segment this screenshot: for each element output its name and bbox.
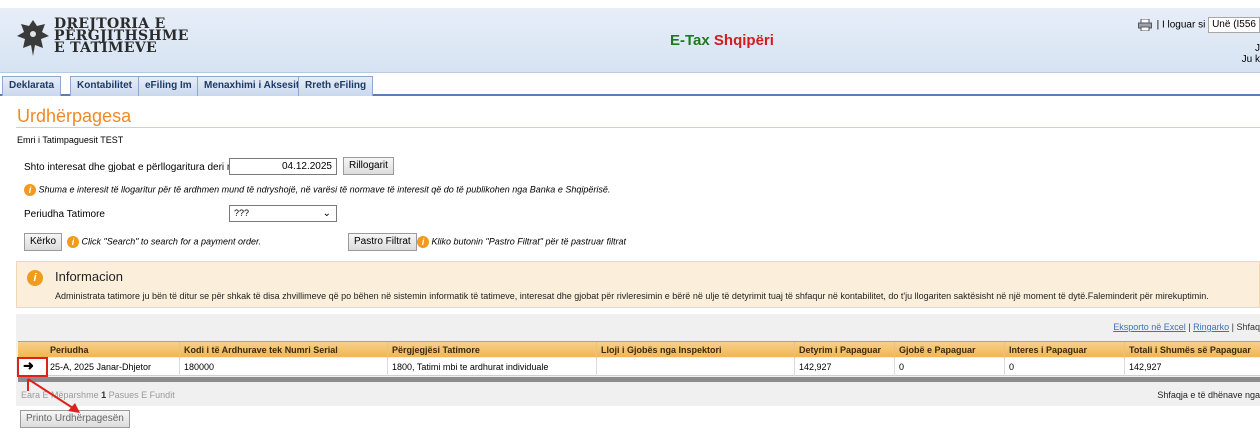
interest-date-input[interactable]: [229, 158, 337, 175]
header-info-line-2: Ju k: [1241, 54, 1260, 65]
search-hint: i Click "Search" to search for a payment…: [67, 236, 261, 248]
period-select[interactable]: ??? ⌄: [229, 205, 337, 222]
tab-deklarata[interactable]: Deklarata: [2, 76, 62, 96]
tab-menaxhimi-aksesit[interactable]: Menaxhimi i Aksesit: [197, 76, 307, 96]
column-header-gjobe[interactable]: Gjobë e Papaguar: [894, 342, 1004, 358]
recalculate-button[interactable]: Rillogarit: [343, 157, 394, 175]
taxpayer-name: Emri i Tatimpaguesit TEST: [17, 135, 124, 145]
page-title: Urdhërpagesa: [17, 106, 132, 126]
clear-hint: i Kliko butonin "Pastro Filtrat" për të …: [417, 236, 626, 248]
header-user-area: | I loguar si Unë (I556: [1137, 17, 1260, 33]
logged-as-label: | I loguar si: [1156, 19, 1206, 31]
tab-rreth-efiling[interactable]: Rreth eFiling: [298, 76, 374, 96]
tab-efiling-im[interactable]: eFiling Im: [138, 76, 199, 96]
cell-detyrim: 142,927: [794, 358, 894, 376]
search-button[interactable]: Kërko: [24, 233, 63, 251]
search-hint-text: Click "Search" to search for a payment o…: [81, 236, 262, 247]
table-header: Periudha Kodi i të Ardhurave tek Numri S…: [18, 341, 1260, 358]
pager-last[interactable]: E Fundit: [141, 390, 175, 400]
info-icon: i: [27, 270, 43, 286]
info-icon: i: [24, 184, 36, 196]
site-header: DREJTORIA E PËRGJITHSHME E TATIMEVE E-Ta…: [0, 8, 1260, 73]
cell-interes: 0: [1004, 358, 1124, 376]
pager-current: 1: [101, 390, 107, 400]
tab-kontabilitet[interactable]: Kontabilitet: [70, 76, 139, 96]
header-user-info: J Ju k: [1242, 43, 1260, 65]
pager-next[interactable]: Pasues: [109, 390, 139, 400]
header-info-line-1: J: [1255, 43, 1260, 54]
records-info: Shfaqja e të dhënave nga: [1157, 390, 1260, 400]
annotation-arrow-icon: [27, 378, 80, 413]
cell-periudha: 25-A, 2025 Janar-Dhjetor: [50, 362, 152, 372]
horizontal-scrollbar[interactable]: [18, 377, 1260, 382]
interest-date-label: Shto interesat dhe gjobat e përllogaritu…: [24, 162, 244, 173]
refresh-link[interactable]: Ringarko: [1193, 322, 1229, 332]
info-icon: i: [67, 236, 79, 248]
user-select[interactable]: Unë (I556: [1208, 17, 1260, 33]
cell-kodi: 180000: [179, 358, 387, 376]
information-box: i Informacion Administrata tatimore ju b…: [16, 261, 1260, 308]
information-title: Informacion: [55, 269, 123, 284]
row-arrow-icon: ➜: [23, 358, 34, 373]
brand-part-1: E-Tax: [670, 32, 710, 49]
column-header-interes[interactable]: Interes i Papaguar: [1004, 342, 1124, 358]
info-icon: i: [417, 236, 429, 248]
cell-gjobe: 0: [894, 358, 1004, 376]
main-nav: Deklarata Kontabilitet eFiling Im Menaxh…: [0, 74, 1260, 96]
period-select-value: ???: [234, 208, 250, 218]
printer-icon[interactable]: [1137, 19, 1152, 31]
export-excel-link[interactable]: Eksporto në Excel: [1113, 322, 1186, 332]
interest-note: i Shuma e interesit të llogaritur për të…: [24, 184, 610, 196]
cell-totali: 142,927: [1124, 358, 1260, 376]
show-label: | Shfaq: [1231, 322, 1260, 332]
column-header-kodi[interactable]: Kodi i të Ardhurave tek Numri Serial: [179, 342, 387, 358]
title-divider: [16, 127, 1260, 128]
brand-part-2: Shqipëri: [713, 32, 774, 49]
clear-hint-text: Kliko butonin "Pastro Filtrat" për të pa…: [431, 236, 626, 247]
brand-title: E-Tax Shqipëri: [670, 32, 774, 49]
table-toolbar: Eksporto në Excel | Ringarko | Shfaq: [1113, 322, 1260, 332]
column-header-totali[interactable]: Totali i Shumës së Papaguar: [1124, 342, 1260, 358]
interest-note-text: Shuma e interesit të llogaritur për të a…: [38, 184, 611, 195]
period-label: Periudha Tatimore: [24, 209, 105, 220]
chevron-down-icon: ⌄: [322, 208, 331, 219]
table-row[interactable]: 25-A, 2025 Janar-Dhjetor 180000 1800, Ta…: [18, 358, 1260, 376]
column-header-detyrim[interactable]: Detyrim i Papaguar: [794, 342, 894, 358]
logo-text: DREJTORIA E PËRGJITHSHME E TATIMEVE: [54, 17, 189, 55]
top-strip: [0, 0, 1260, 8]
cell-pergjegjesi: 1800, Tatimi mbi te ardhurat individuale: [387, 358, 596, 376]
information-text: Administrata tatimore ju bën të ditur se…: [55, 291, 1209, 301]
column-header-pergjegjesi[interactable]: Përgjegjësi Tatimore: [387, 342, 596, 358]
clear-filters-button[interactable]: Pastro Filtrat: [348, 233, 417, 251]
cell-lloji-gjobes: [596, 358, 794, 376]
column-header-periudha[interactable]: Periudha: [46, 342, 179, 358]
column-header-lloji-gjobes[interactable]: Lloji i Gjobës nga Inspektori: [596, 342, 794, 358]
logo[interactable]: DREJTORIA E PËRGJITHSHME E TATIMEVE: [16, 17, 188, 66]
eagle-emblem-icon: [17, 20, 49, 56]
